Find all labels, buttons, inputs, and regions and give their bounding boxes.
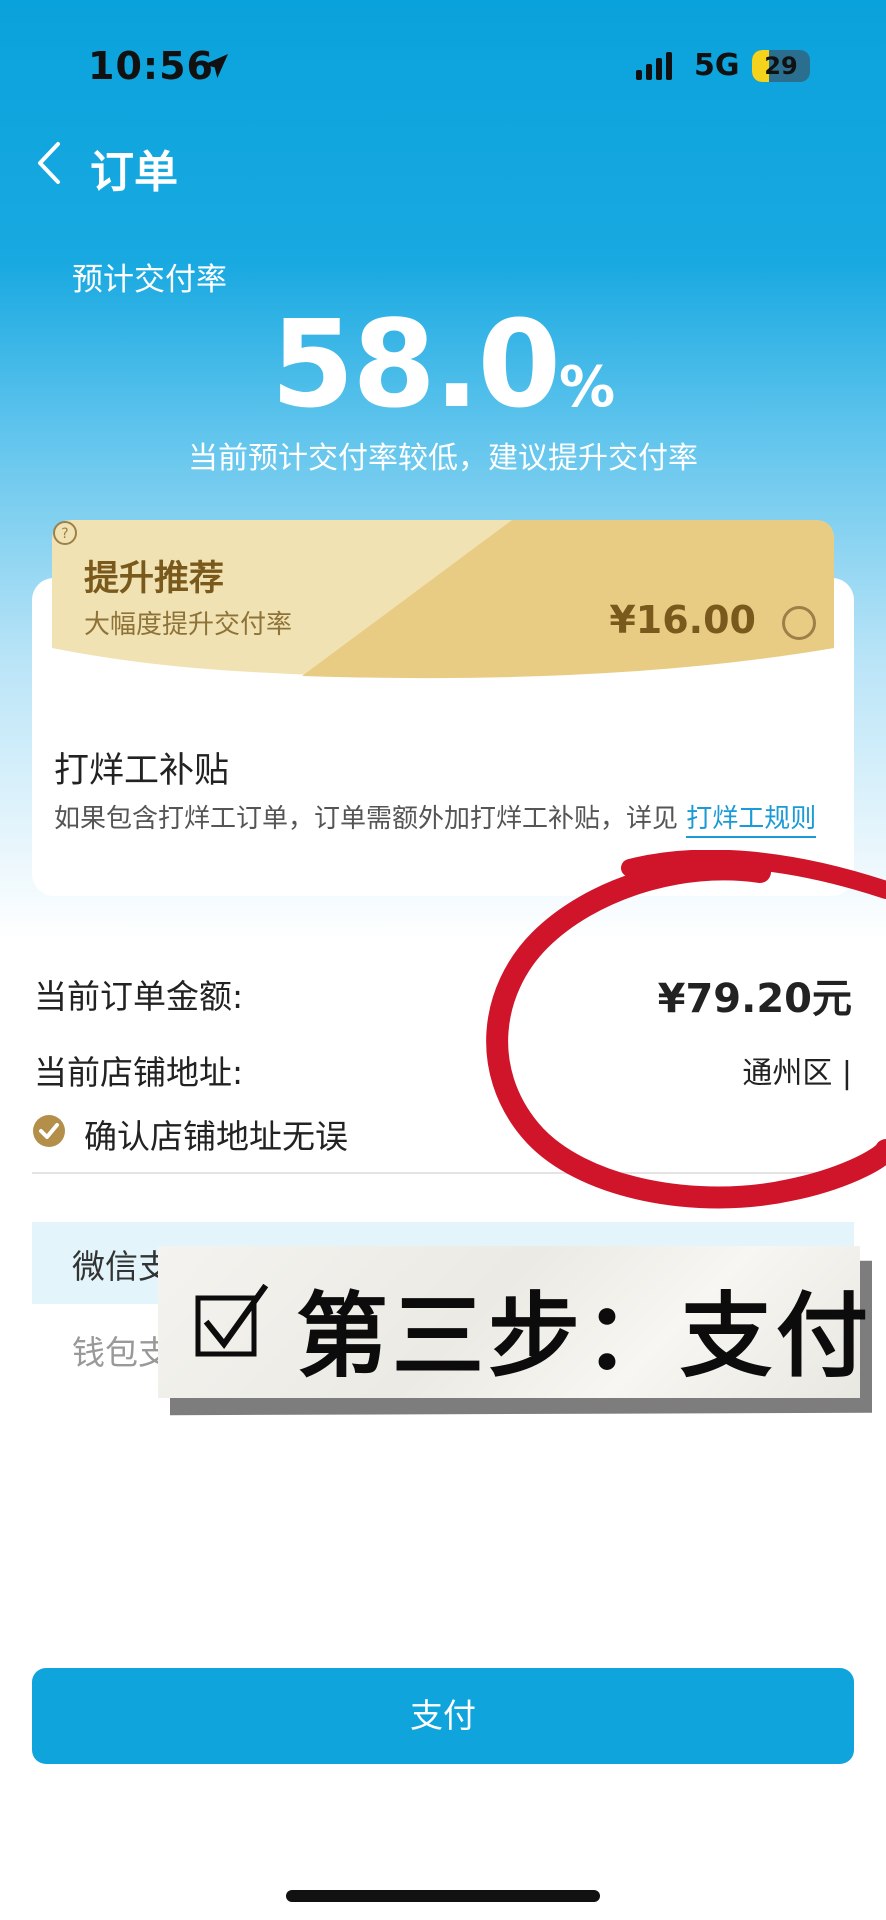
page-title: 订单	[90, 147, 178, 198]
subsidy-title: 打烊工补贴	[54, 751, 230, 791]
svg-text:?: ?	[61, 526, 68, 542]
delivery-rate-unit: %	[558, 355, 616, 420]
battery-level: 29	[764, 52, 798, 80]
payment-method-wallet[interactable]: 钱包支	[72, 1326, 171, 1374]
subsidy-description-text: 如果包含打烊工订单，订单需额外加打烊工补贴，详见	[54, 804, 679, 834]
step-title: 第三步：支付	[296, 1283, 873, 1390]
promo-banner[interactable]: 提升推荐 ? 大幅度提升交付率 ¥16.00	[52, 520, 834, 706]
chevron-left-icon[interactable]	[30, 138, 70, 188]
home-indicator	[286, 1890, 600, 1902]
signal-bars-icon	[636, 52, 672, 80]
check-circle-icon[interactable]	[32, 1114, 66, 1148]
battery-indicator: 29	[752, 50, 810, 82]
question-circle-icon[interactable]: ?	[52, 520, 78, 546]
status-bar: 10:56 5G 29	[0, 0, 886, 130]
step-sticker: 第三步：支付	[158, 1246, 868, 1398]
location-arrow-icon	[204, 54, 228, 78]
order-amount-label: 当前订单金额:	[34, 977, 244, 1016]
status-time: 10:56	[88, 44, 214, 88]
network-type: 5G	[694, 48, 740, 83]
subsidy-rules-link[interactable]: 打烊工规则	[686, 804, 817, 838]
annotation-circle	[486, 850, 886, 1209]
promo-title: 提升推荐	[84, 559, 225, 599]
promo-price: ¥16.00	[609, 598, 756, 642]
checkbox-checked-icon	[195, 1284, 269, 1357]
subsidy-description: 如果包含打烊工订单，订单需额外加打烊工补贴，详见 打烊工规则	[54, 798, 817, 838]
store-address-label: 当前店铺地址:	[34, 1053, 244, 1092]
delivery-rate-hint: 当前预计交付率较低，建议提升交付率	[188, 441, 698, 476]
delivery-rate-label: 预计交付率	[72, 262, 227, 298]
confirm-address-label[interactable]: 确认店铺地址无误	[84, 1110, 348, 1158]
promo-radio[interactable]	[782, 606, 816, 640]
delivery-rate-number: 58.0	[270, 296, 561, 435]
delivery-rate-value: 58.0%	[0, 296, 886, 435]
pay-button[interactable]: 支付	[32, 1668, 854, 1764]
promo-subtitle: 大幅度提升交付率	[84, 610, 293, 640]
payment-method-label: 微信支	[72, 1247, 171, 1286]
